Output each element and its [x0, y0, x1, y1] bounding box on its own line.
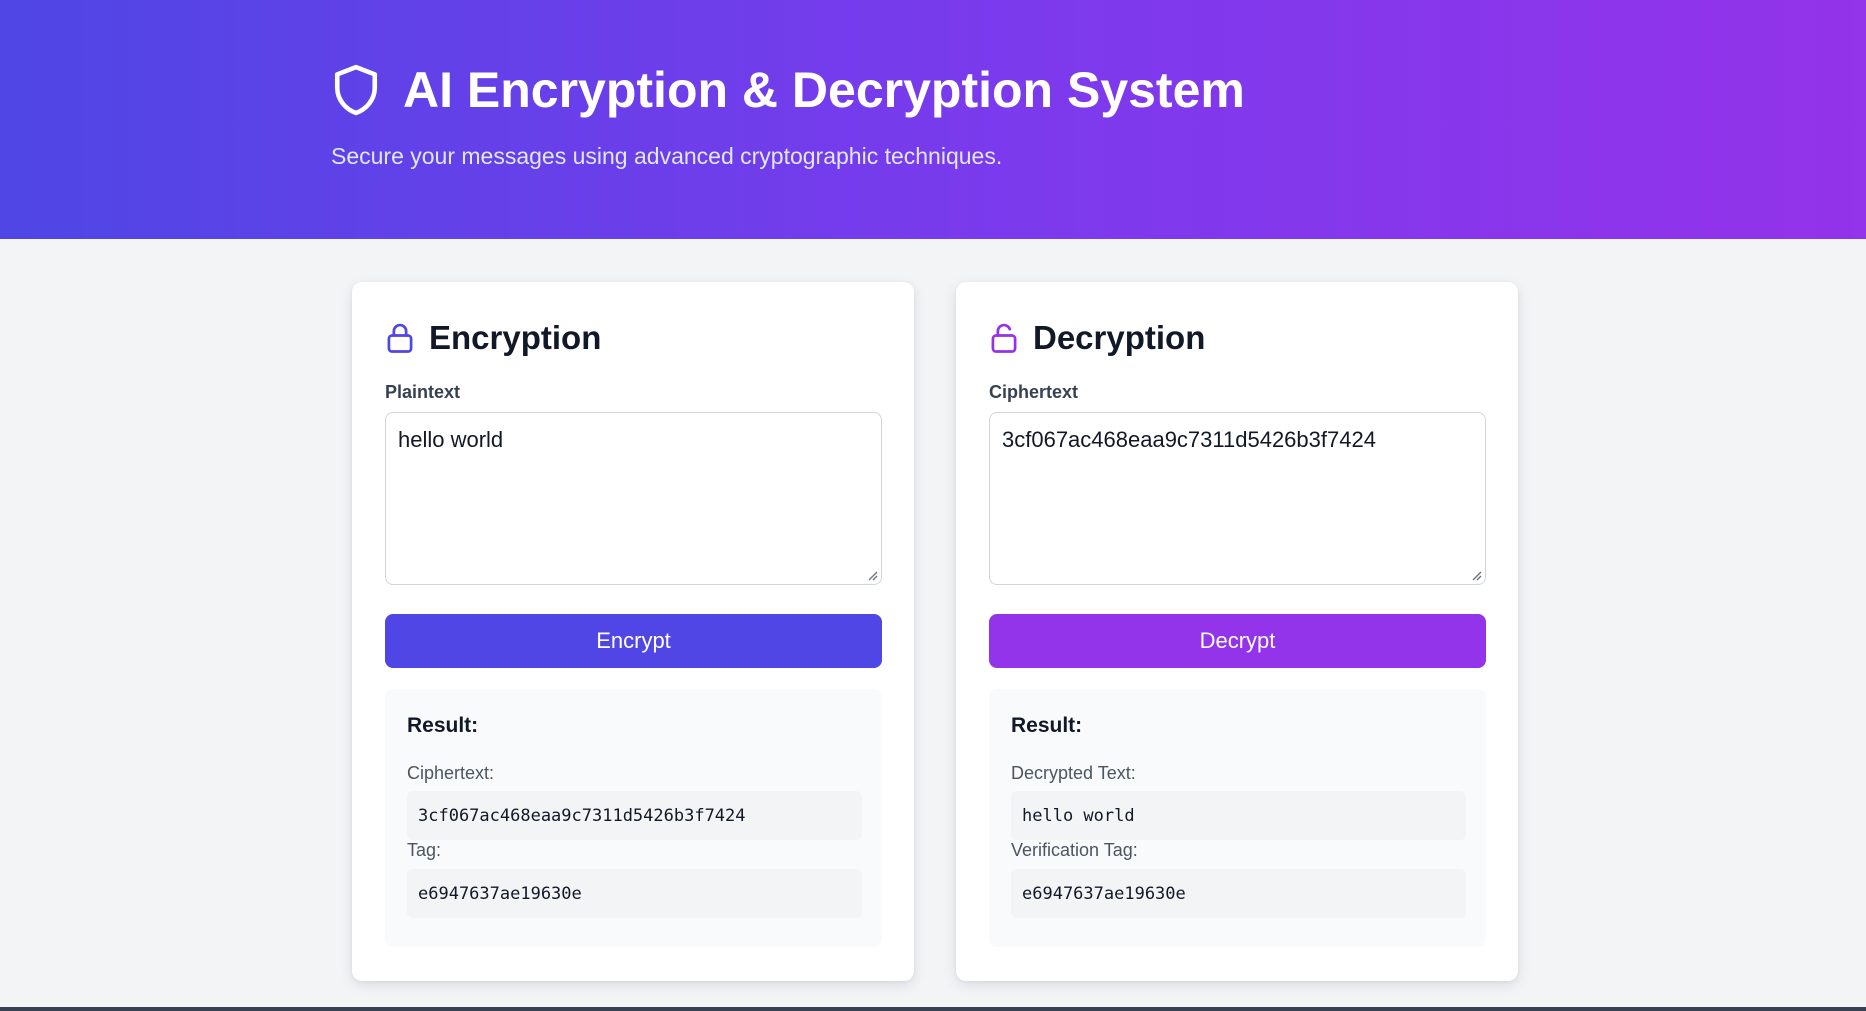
- page-header: AI Encryption & Decryption System Secure…: [0, 0, 1866, 239]
- ciphertext-result-label: Ciphertext:: [407, 763, 495, 783]
- page-title: AI Encryption & Decryption System: [403, 62, 1245, 118]
- decryption-card-title: Decryption: [989, 318, 1205, 358]
- plaintext-input-value: hello world: [398, 427, 504, 452]
- plaintext-label: Plaintext: [385, 382, 461, 402]
- tag-result-value: e6947637ae19630e: [407, 869, 862, 918]
- decryption-heading: Decryption: [1033, 319, 1206, 356]
- decrypted-text-label: Decrypted Text:: [1011, 763, 1136, 783]
- bottom-edge-bar: [0, 1007, 1866, 1011]
- ciphertext-input[interactable]: 3cf067ac468eaa9c7311d5426b3f7424: [989, 412, 1486, 585]
- encryption-heading: Encryption: [429, 319, 602, 356]
- ciphertext-label: Ciphertext: [989, 382, 1079, 402]
- encryption-card-title: Encryption: [385, 318, 601, 358]
- decrypted-text-value: hello world: [1011, 791, 1466, 840]
- encryption-result-heading: Result:: [407, 714, 479, 737]
- decryption-result-heading: Result:: [1011, 714, 1083, 737]
- resize-grip-icon[interactable]: [866, 569, 878, 581]
- decryption-card: Decryption Ciphertext 3cf067ac468eaa9c73…: [956, 282, 1518, 981]
- verification-tag-label: Verification Tag:: [1011, 840, 1138, 860]
- page-subtitle: Secure your messages using advanced cryp…: [331, 143, 1003, 169]
- unlock-icon: [991, 323, 1017, 353]
- lock-icon: [387, 323, 413, 353]
- resize-grip-icon[interactable]: [1470, 569, 1482, 581]
- shield-icon: [334, 64, 378, 116]
- decryption-result-panel: Result: Decrypted Text: hello world Veri…: [989, 689, 1486, 947]
- decrypt-button[interactable]: Decrypt: [989, 614, 1486, 668]
- verification-tag-value: e6947637ae19630e: [1011, 869, 1466, 918]
- encryption-result-panel: Result: Ciphertext: 3cf067ac468eaa9c7311…: [385, 689, 882, 947]
- plaintext-input[interactable]: hello world: [385, 412, 882, 585]
- ciphertext-result-value: 3cf067ac468eaa9c7311d5426b3f7424: [407, 791, 862, 840]
- encryption-card: Encryption Plaintext hello world Encrypt…: [352, 282, 914, 981]
- ciphertext-input-value: 3cf067ac468eaa9c7311d5426b3f7424: [1002, 427, 1376, 452]
- header-title-row: AI Encryption & Decryption System: [331, 60, 1245, 120]
- encrypt-button[interactable]: Encrypt: [385, 614, 882, 668]
- tag-result-label: Tag:: [407, 840, 442, 860]
